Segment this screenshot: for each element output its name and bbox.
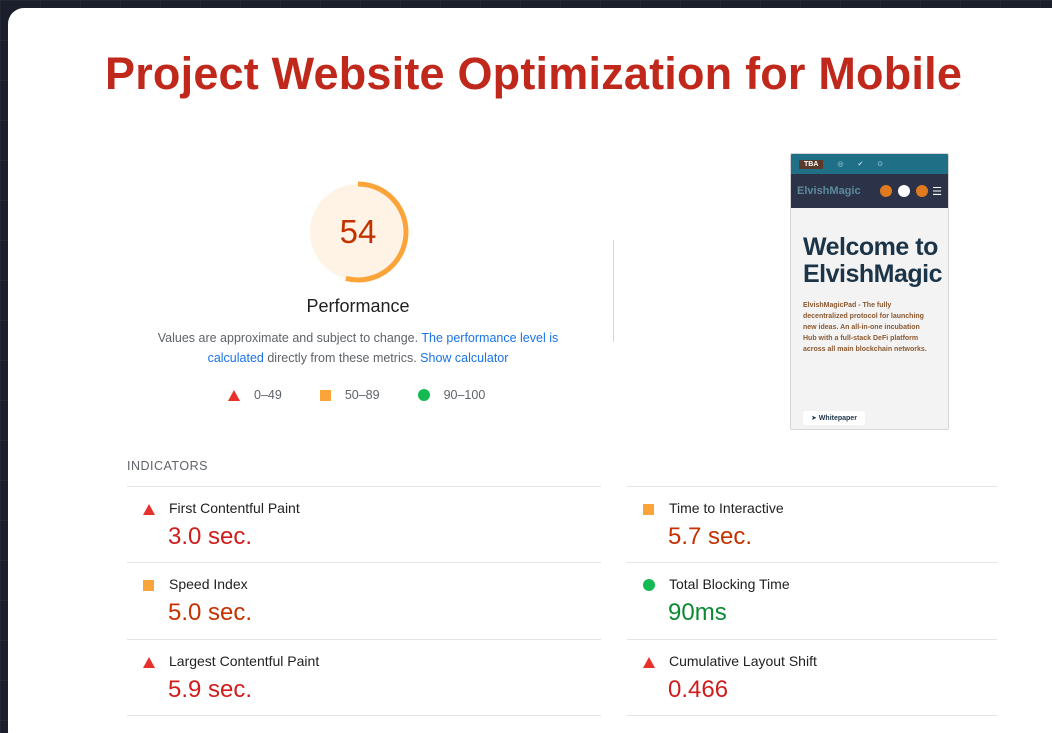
square-icon [319, 389, 331, 401]
show-calculator-link[interactable]: Show calculator [420, 351, 508, 365]
thumbnail-badge: TBA [799, 159, 824, 169]
metrics-bottom-border [127, 715, 601, 716]
metric-name: Speed Index [169, 576, 248, 592]
menu-icon: ☰ [932, 185, 942, 198]
square-icon [143, 580, 154, 591]
metric-row: Largest Contentful Paint 5.9 sec. [127, 639, 601, 715]
wallet-icon [880, 185, 893, 197]
metric-name: Largest Contentful Paint [169, 653, 320, 669]
metric-row: Time to Interactive 5.7 sec. [627, 486, 997, 562]
triangle-icon [228, 389, 240, 401]
legend-fail-label: 0–49 [254, 388, 282, 402]
score-legend: 0–49 50–89 90–100 [228, 388, 485, 402]
metric-name: Cumulative Layout Shift [669, 653, 817, 669]
performance-description: Values are approximate and subject to ch… [140, 328, 576, 368]
metric-row: Cumulative Layout Shift 0.466 [627, 639, 997, 715]
performance-gauge: 54 [304, 178, 412, 286]
legend-average: 50–89 [319, 388, 380, 402]
whitepaper-button: ➤ Whitepaper [803, 411, 865, 425]
moon-icon [916, 185, 929, 197]
description-text-1: Values are approximate and subject to ch… [157, 331, 422, 345]
metric-value: 5.0 sec. [168, 599, 253, 626]
metric-name: Time to Interactive [669, 500, 784, 516]
social-icons: ◎ ✔ ⊙ [837, 161, 890, 168]
thumbnail-hero-title: Welcome to ElvishMagic [803, 233, 943, 288]
thumbnail-nav: ElvishMagic ☰ [791, 174, 948, 208]
description-text-2: directly from these metrics. [263, 351, 421, 365]
legend-pass: 90–100 [417, 388, 486, 402]
circle-icon [417, 389, 430, 401]
metric-value: 5.7 sec. [668, 523, 753, 550]
page-screenshot-thumbnail[interactable]: TBA ◎ ✔ ⊙ ElvishMagic ☰ Welcome to Elvis… [790, 153, 949, 430]
legend-pass-label: 90–100 [443, 388, 486, 402]
metric-row: First Contentful Paint 3.0 sec. [127, 486, 601, 562]
metrics-bottom-border [627, 715, 997, 716]
metric-name: Total Blocking Time [669, 576, 790, 592]
performance-score: 54 [339, 213, 377, 250]
circle-icon [643, 579, 655, 591]
metric-value: 3.0 sec. [168, 523, 253, 550]
thumbnail-paragraph: ElvishMagicPad - The fully decentralized… [803, 302, 927, 353]
indicators-heading: INDICATORS [127, 459, 208, 473]
vertical-divider [613, 240, 614, 342]
thumbnail-top-bar: TBA ◎ ✔ ⊙ [791, 154, 948, 174]
thumbnail-logo: ElvishMagic [797, 185, 861, 197]
legend-average-label: 50–89 [344, 388, 380, 402]
metric-row: Speed Index 5.0 sec. [127, 562, 601, 638]
legend-fail: 0–49 [228, 388, 282, 402]
performance-label: Performance [306, 296, 410, 316]
metric-name: First Contentful Paint [169, 500, 300, 516]
slide-title: Project Website Optimization for Mobile [105, 48, 963, 99]
square-icon [643, 504, 654, 515]
metric-row: Total Blocking Time 90ms [627, 562, 997, 638]
sun-icon [898, 185, 911, 197]
metric-value: 5.9 sec. [168, 676, 253, 703]
triangle-icon [643, 657, 655, 668]
metric-value: 0.466 [668, 676, 729, 703]
metric-value: 90ms [668, 599, 727, 626]
triangle-icon [143, 657, 155, 668]
triangle-icon [143, 504, 155, 515]
